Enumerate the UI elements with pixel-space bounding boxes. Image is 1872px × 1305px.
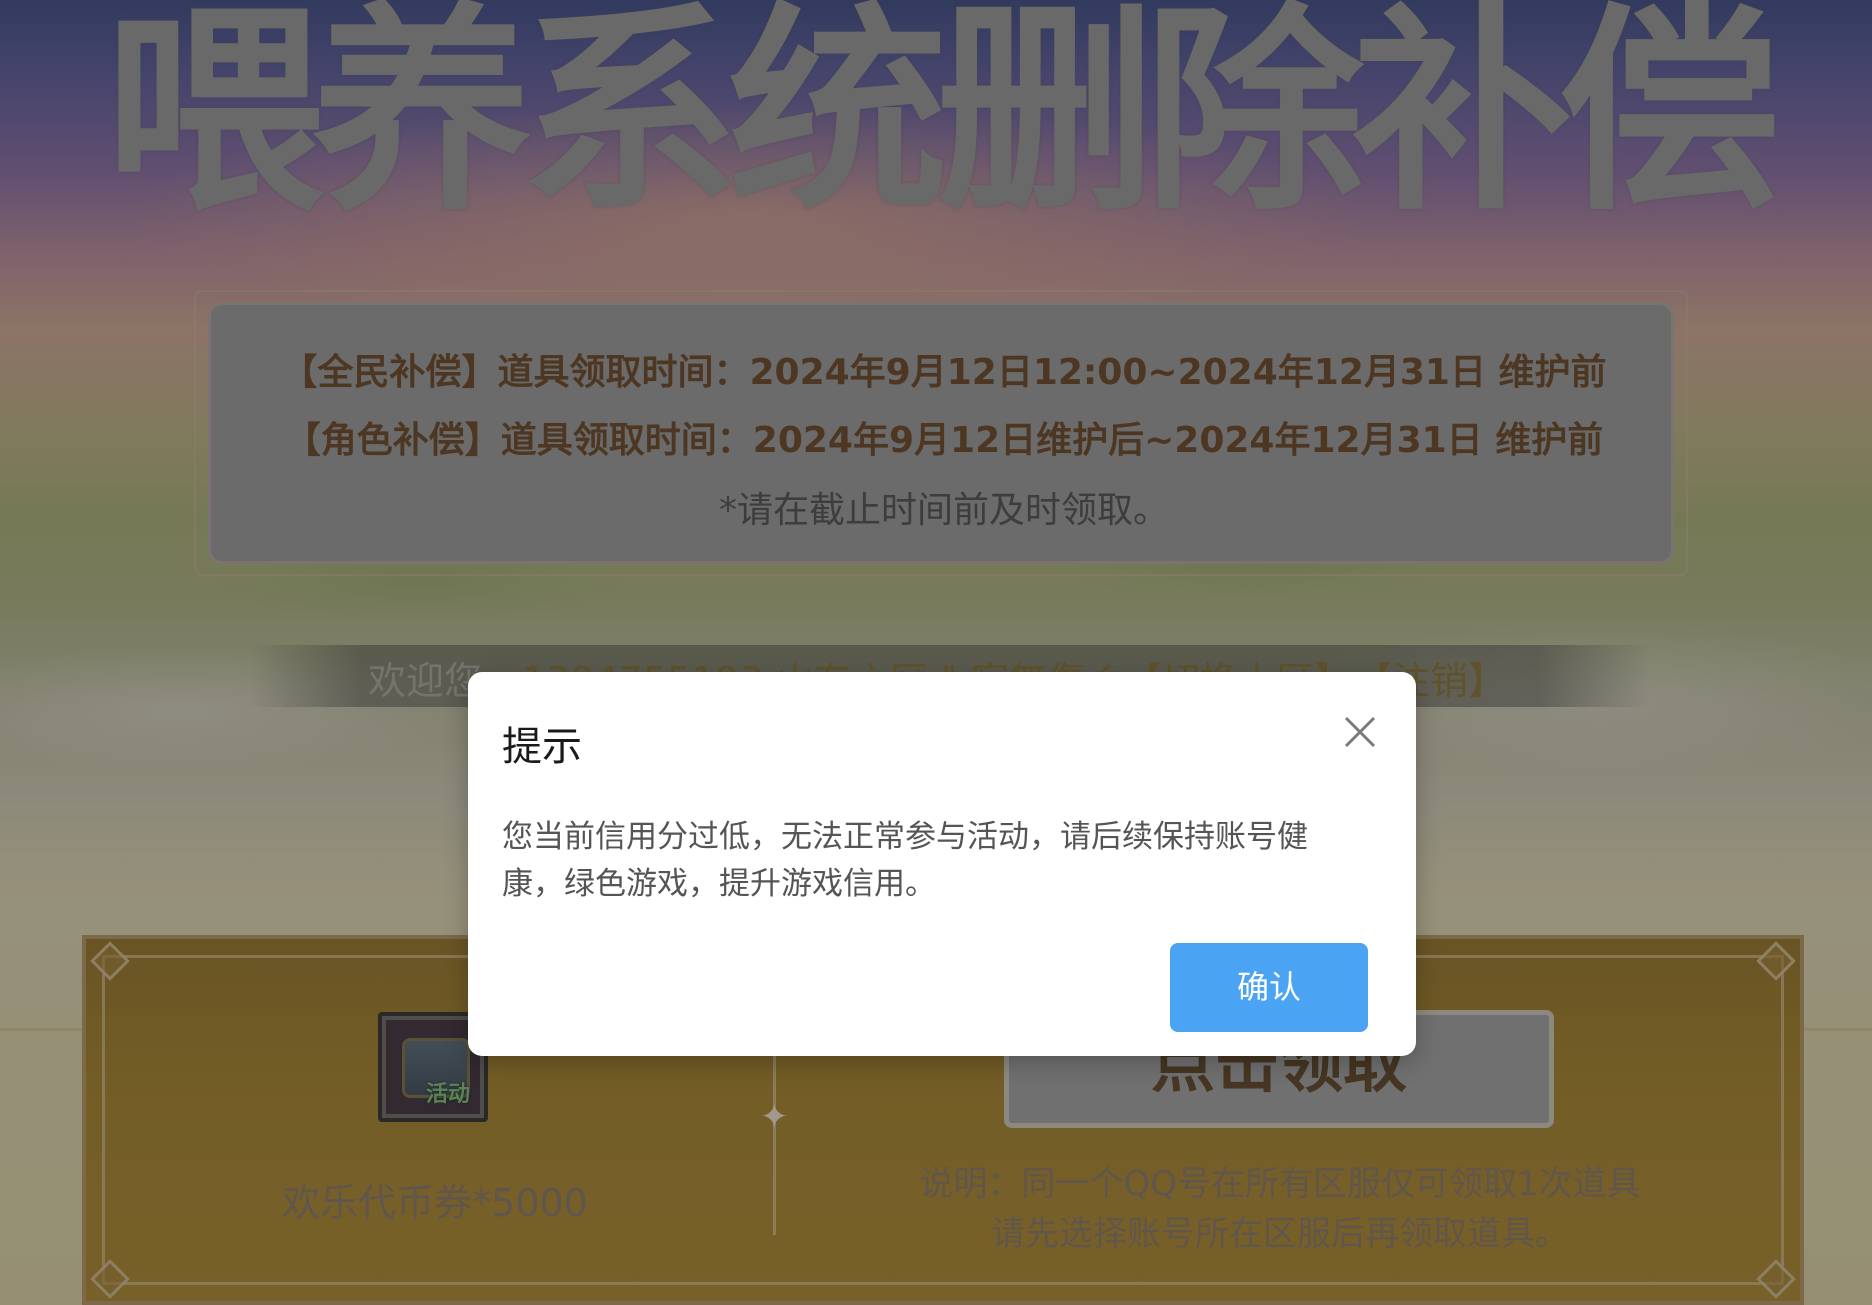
dialog-title: 提示 [502, 724, 582, 770]
alert-dialog: 提示 您当前信用分过低，无法正常参与活动，请后续保持账号健康，绿色游戏，提升游戏… [468, 672, 1416, 1056]
close-icon[interactable] [1340, 712, 1380, 752]
modal-overlay[interactable] [0, 0, 1872, 1305]
dialog-message: 您当前信用分过低，无法正常参与活动，请后续保持账号健康，绿色游戏，提升游戏信用。 [502, 819, 1308, 902]
confirm-button[interactable]: 确认 [1170, 943, 1368, 1032]
